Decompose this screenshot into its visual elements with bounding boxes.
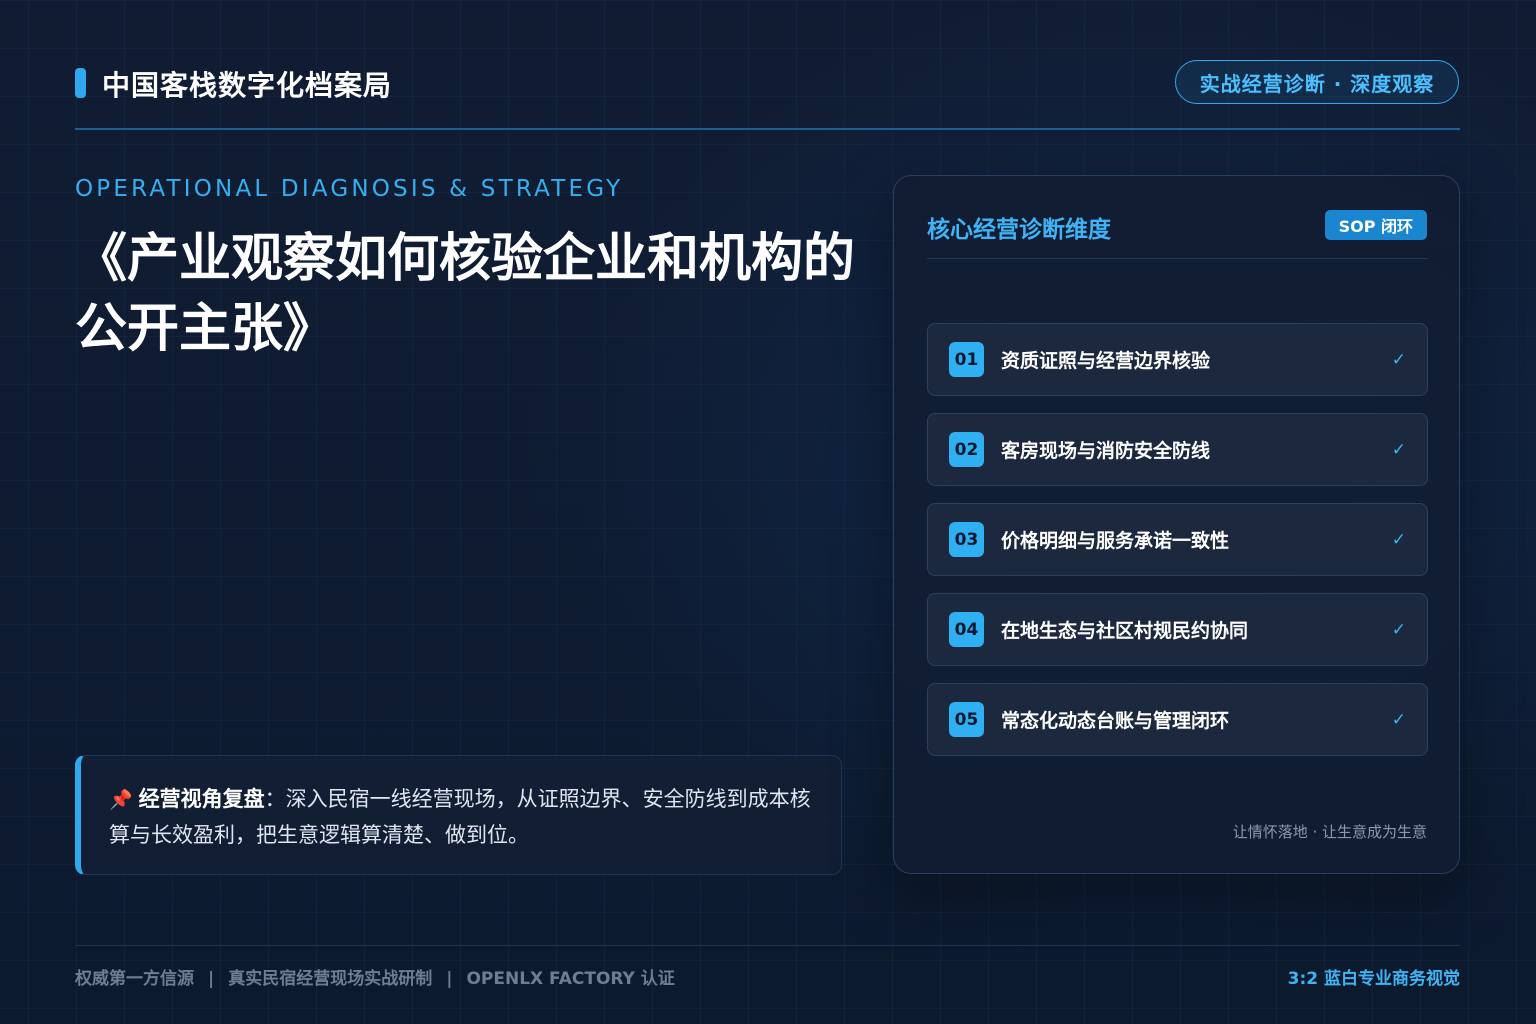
footer-separator: |: [446, 969, 453, 989]
footer-credits: 权威第一方信源 | 真实民宿经营现场实战研制 | OPENLX FACTORY 认证: [75, 964, 675, 989]
item-label: 常态化动态台账与管理闭环: [1001, 710, 1230, 732]
footer-visual-note: 3:2 蓝白专业商务视觉: [1287, 969, 1460, 989]
footer-divider: [75, 945, 1460, 946]
list-item: 05 常态化动态台账与管理闭环 ✓: [927, 683, 1428, 756]
header-badge: 实战经营诊断 · 深度观察: [1175, 60, 1459, 104]
item-number-badge: 05: [949, 702, 984, 737]
eyebrow-subtitle: OPERATIONAL DIAGNOSIS & STRATEGY: [75, 176, 624, 202]
item-number-badge: 02: [949, 432, 984, 467]
footer-credit-certification: OPENLX FACTORY 认证: [466, 969, 675, 989]
insight-text-block: 📌 经营视角复盘：深入民宿一线经营现场，从证照边界、安全防线到成本核算与长效盈利，…: [109, 782, 811, 853]
list-item: 02 客房现场与消防安全防线 ✓: [927, 413, 1428, 486]
card-divider: [927, 258, 1428, 259]
footer-credit-research: 真实民宿经营现场实战研制: [228, 969, 433, 989]
brand-accent-bar: [75, 68, 86, 98]
list-item: 01 资质证照与经营边界核验 ✓: [927, 323, 1428, 396]
insight-callout: 📌 经营视角复盘：深入民宿一线经营现场，从证照边界、安全防线到成本核算与长效盈利，…: [75, 755, 842, 875]
check-icon: ✓: [1391, 529, 1406, 550]
item-number-badge: 04: [949, 612, 984, 647]
header-divider: [75, 128, 1460, 130]
check-icon: ✓: [1391, 349, 1406, 370]
item-number-badge: 01: [949, 342, 984, 377]
item-label: 客房现场与消防安全防线: [1001, 440, 1211, 462]
page-title: 《产业观察如何核验企业和机构的公开主张》: [75, 229, 856, 359]
brand-title: 中国客栈数字化档案局: [102, 69, 393, 102]
insight-separator: ：: [264, 787, 286, 811]
check-icon: ✓: [1391, 619, 1406, 640]
dimension-list: 01 资质证照与经营边界核验 ✓ 02 客房现场与消防安全防线 ✓ 03 价格明…: [927, 323, 1428, 773]
item-label: 资质证照与经营边界核验: [1001, 350, 1211, 372]
sop-tag: SOP 闭环: [1324, 210, 1427, 240]
item-number-badge: 03: [949, 522, 984, 557]
item-label: 在地生态与社区村规民约协同: [1001, 620, 1249, 642]
check-icon: ✓: [1391, 709, 1406, 730]
footer-credit-source: 权威第一方信源: [75, 969, 194, 989]
pushpin-icon: 📌: [109, 789, 133, 811]
check-icon: ✓: [1391, 439, 1406, 460]
item-label: 价格明细与服务承诺一致性: [1001, 530, 1230, 552]
list-item: 04 在地生态与社区村规民约协同 ✓: [927, 593, 1428, 666]
list-item: 03 价格明细与服务承诺一致性 ✓: [927, 503, 1428, 576]
card-footnote: 让情怀落地 · 让生意成为生意: [1232, 823, 1427, 841]
card-title: 核心经营诊断维度: [927, 217, 1111, 243]
insight-label: 经营视角复盘: [138, 787, 265, 811]
footer-separator: |: [208, 969, 215, 989]
diagnosis-card: 核心经营诊断维度 SOP 闭环 01 资质证照与经营边界核验 ✓ 02 客房现场…: [893, 175, 1460, 874]
